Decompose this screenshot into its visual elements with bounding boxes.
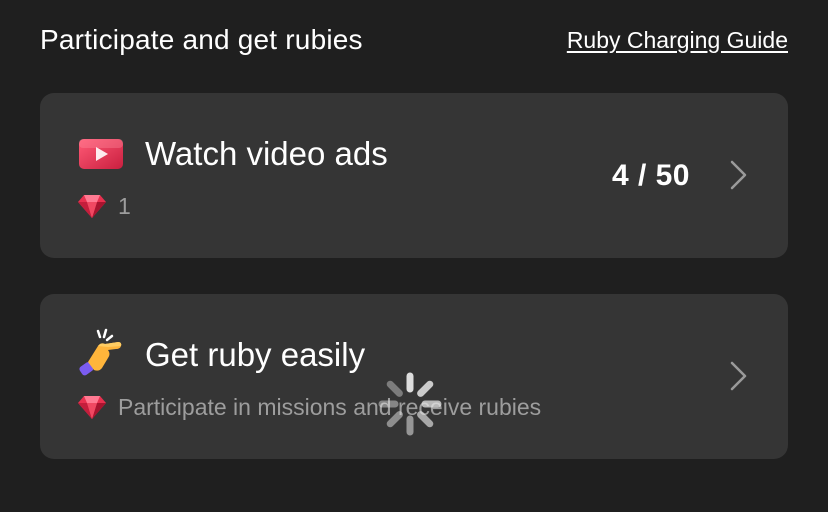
video-play-icon — [79, 139, 123, 169]
chevron-right-icon — [730, 160, 747, 190]
ruby-gem-icon — [78, 195, 106, 218]
ruby-charging-guide-link[interactable]: Ruby Charging Guide — [567, 24, 788, 56]
rewards-screen: Participate and get rubies Ruby Charging… — [0, 0, 828, 512]
loading-spinner-icon — [378, 372, 442, 436]
section-title: Participate and get rubies — [40, 24, 363, 55]
watch-progress-count: 4 / 50 — [611, 159, 690, 192]
pointing-hand-icon — [79, 328, 122, 376]
chevron-right-icon — [730, 361, 747, 391]
ruby-gem-icon — [78, 396, 106, 419]
section-header: Participate and get rubies Ruby Charging… — [40, 22, 788, 58]
card-title: Get ruby easily — [145, 336, 366, 373]
reward-amount: 1 — [118, 193, 131, 219]
card-title: Watch video ads — [145, 135, 388, 172]
watch-video-ads-card[interactable]: Watch video ads 1 4 / 50 — [40, 93, 788, 258]
card-description: Participate in missions and receive rubi… — [118, 394, 542, 420]
